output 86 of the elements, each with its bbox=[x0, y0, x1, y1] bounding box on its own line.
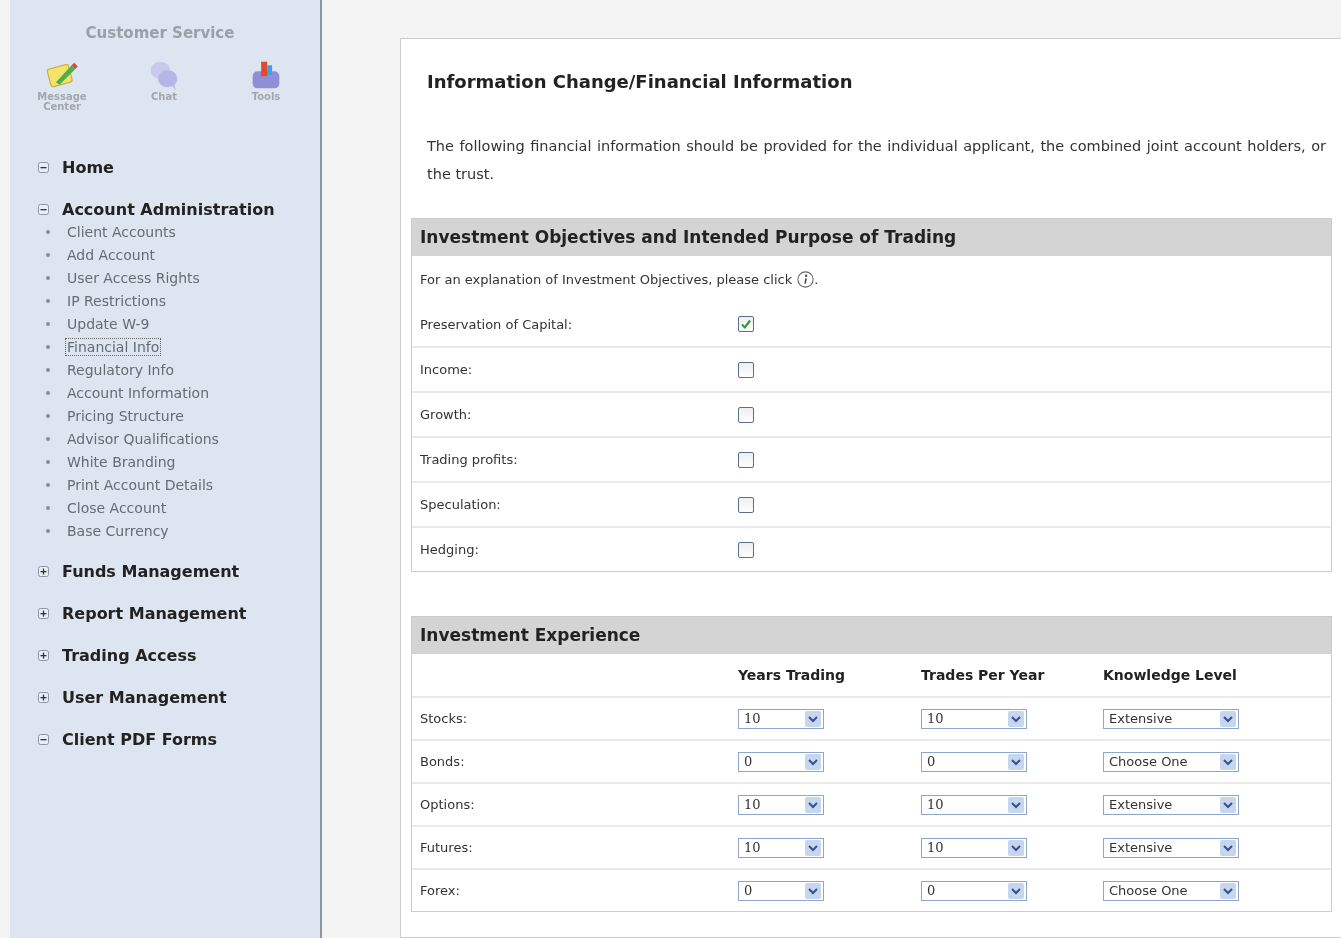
sidebar-link[interactable]: Advisor Qualifications bbox=[65, 429, 221, 448]
sidebar-link[interactable]: Regulatory Info bbox=[65, 360, 176, 379]
collapse-icon[interactable] bbox=[38, 161, 49, 173]
dropdown[interactable]: 0 bbox=[921, 880, 1027, 901]
expand-icon[interactable] bbox=[38, 691, 49, 703]
sidebar-section[interactable]: Home bbox=[62, 157, 114, 177]
caret-icon bbox=[805, 710, 821, 727]
collapse-icon[interactable] bbox=[38, 733, 49, 745]
section-header: Investment Objectives and Intended Purpose of Trading bbox=[412, 219, 1331, 256]
sidebar-link[interactable]: Close Account bbox=[65, 498, 169, 517]
page-title: Information Change/Financial Information bbox=[427, 71, 854, 92]
dropdown[interactable]: 10 bbox=[921, 837, 1027, 858]
checkbox[interactable] bbox=[738, 541, 754, 558]
caret-icon bbox=[1220, 882, 1236, 899]
caret-icon bbox=[1008, 710, 1024, 727]
sidebar-link[interactable]: Update W-9 bbox=[65, 314, 152, 333]
checkbox[interactable] bbox=[738, 361, 754, 378]
sidebar-link[interactable]: Client Accounts bbox=[65, 222, 178, 241]
dropdown[interactable]: 10 bbox=[738, 794, 824, 815]
sidebar-section[interactable]: Trading Access bbox=[62, 645, 197, 665]
dropdown[interactable]: Extensive bbox=[1103, 837, 1239, 858]
option-label: Speculation: bbox=[420, 497, 502, 512]
sidebar-link[interactable]: Financial Info bbox=[65, 337, 162, 356]
expand-icon[interactable] bbox=[38, 565, 49, 577]
caret-icon bbox=[1008, 882, 1024, 899]
sidebar-link[interactable]: IP Restrictions bbox=[65, 291, 168, 310]
dropdown[interactable]: 0 bbox=[738, 880, 824, 901]
caret-icon bbox=[1008, 796, 1024, 813]
sidebar-link[interactable]: White Branding bbox=[65, 452, 178, 471]
section-header: Investment Experience bbox=[412, 617, 1331, 654]
sidebar-section[interactable]: User Management bbox=[62, 687, 227, 707]
expand-icon[interactable] bbox=[38, 607, 49, 619]
checkbox[interactable] bbox=[738, 316, 754, 332]
checkbox[interactable] bbox=[738, 406, 754, 423]
dropdown[interactable]: Choose One bbox=[1103, 880, 1239, 901]
asset-label: Forex: bbox=[420, 883, 461, 898]
dropdown[interactable]: 10 bbox=[738, 837, 824, 858]
sidebar-link[interactable]: Base Currency bbox=[65, 521, 171, 540]
checkbox[interactable] bbox=[738, 451, 754, 468]
caret-icon bbox=[1008, 753, 1024, 770]
explanation-text: For an explanation of Investment Objectives, please click bbox=[420, 271, 793, 287]
option-label: Income: bbox=[420, 362, 474, 377]
dropdown[interactable]: 0 bbox=[921, 751, 1027, 772]
dropdown[interactable]: Extensive bbox=[1103, 794, 1239, 815]
sidebar-link[interactable]: Pricing Structure bbox=[65, 406, 186, 425]
sidebar-section[interactable]: Funds Management bbox=[62, 561, 240, 581]
asset-label: Options: bbox=[420, 797, 476, 812]
option-label: Hedging: bbox=[420, 542, 480, 557]
caret-icon bbox=[1008, 839, 1024, 856]
sidebar-link[interactable]: User Access Rights bbox=[65, 268, 202, 287]
sidebar-link[interactable]: Add Account bbox=[65, 245, 158, 264]
caret-icon bbox=[1220, 839, 1236, 856]
caret-icon bbox=[1220, 753, 1236, 770]
caret-icon bbox=[805, 796, 821, 813]
asset-label: Stocks: bbox=[420, 711, 469, 726]
explanation-period: . bbox=[814, 271, 819, 287]
dropdown[interactable]: Choose One bbox=[1103, 751, 1239, 772]
option-label: Growth: bbox=[420, 407, 473, 422]
asset-label: Futures: bbox=[420, 840, 474, 855]
caret-icon bbox=[805, 839, 821, 856]
asset-label: Bonds: bbox=[420, 754, 466, 769]
info-icon[interactable] bbox=[797, 270, 815, 288]
expand-icon[interactable] bbox=[38, 649, 49, 661]
dropdown[interactable]: Extensive bbox=[1103, 708, 1239, 729]
option-label: Trading profits: bbox=[420, 452, 519, 467]
dropdown[interactable]: 0 bbox=[738, 751, 824, 772]
intro-text: The following financial information should be provided for the individual applicant, the combined joint account holders, or the trust. bbox=[427, 137, 1327, 184]
dropdown[interactable]: 10 bbox=[738, 708, 824, 729]
caret-icon bbox=[1220, 710, 1236, 727]
column-header: Years Trading bbox=[738, 667, 847, 683]
sidebar-section[interactable]: Report Management bbox=[62, 603, 247, 623]
caret-icon bbox=[1220, 796, 1236, 813]
checkbox[interactable] bbox=[738, 496, 754, 513]
dropdown[interactable]: 10 bbox=[921, 794, 1027, 815]
collapse-icon[interactable] bbox=[38, 203, 49, 215]
column-header: Knowledge Level bbox=[1103, 667, 1238, 683]
sidebar-section[interactable]: Account Administration bbox=[62, 199, 275, 219]
option-label: Preservation of Capital: bbox=[420, 316, 574, 332]
dropdown[interactable]: 10 bbox=[921, 708, 1027, 729]
sidebar-link[interactable]: Print Account Details bbox=[65, 475, 216, 494]
sidebar-link[interactable]: Account Information bbox=[65, 383, 212, 402]
column-header: Trades Per Year bbox=[921, 667, 1046, 683]
caret-icon bbox=[805, 882, 821, 899]
sidebar-section[interactable]: Client PDF Forms bbox=[62, 729, 218, 749]
caret-icon bbox=[805, 753, 821, 770]
sidebar-title: Customer Service bbox=[84, 24, 236, 42]
